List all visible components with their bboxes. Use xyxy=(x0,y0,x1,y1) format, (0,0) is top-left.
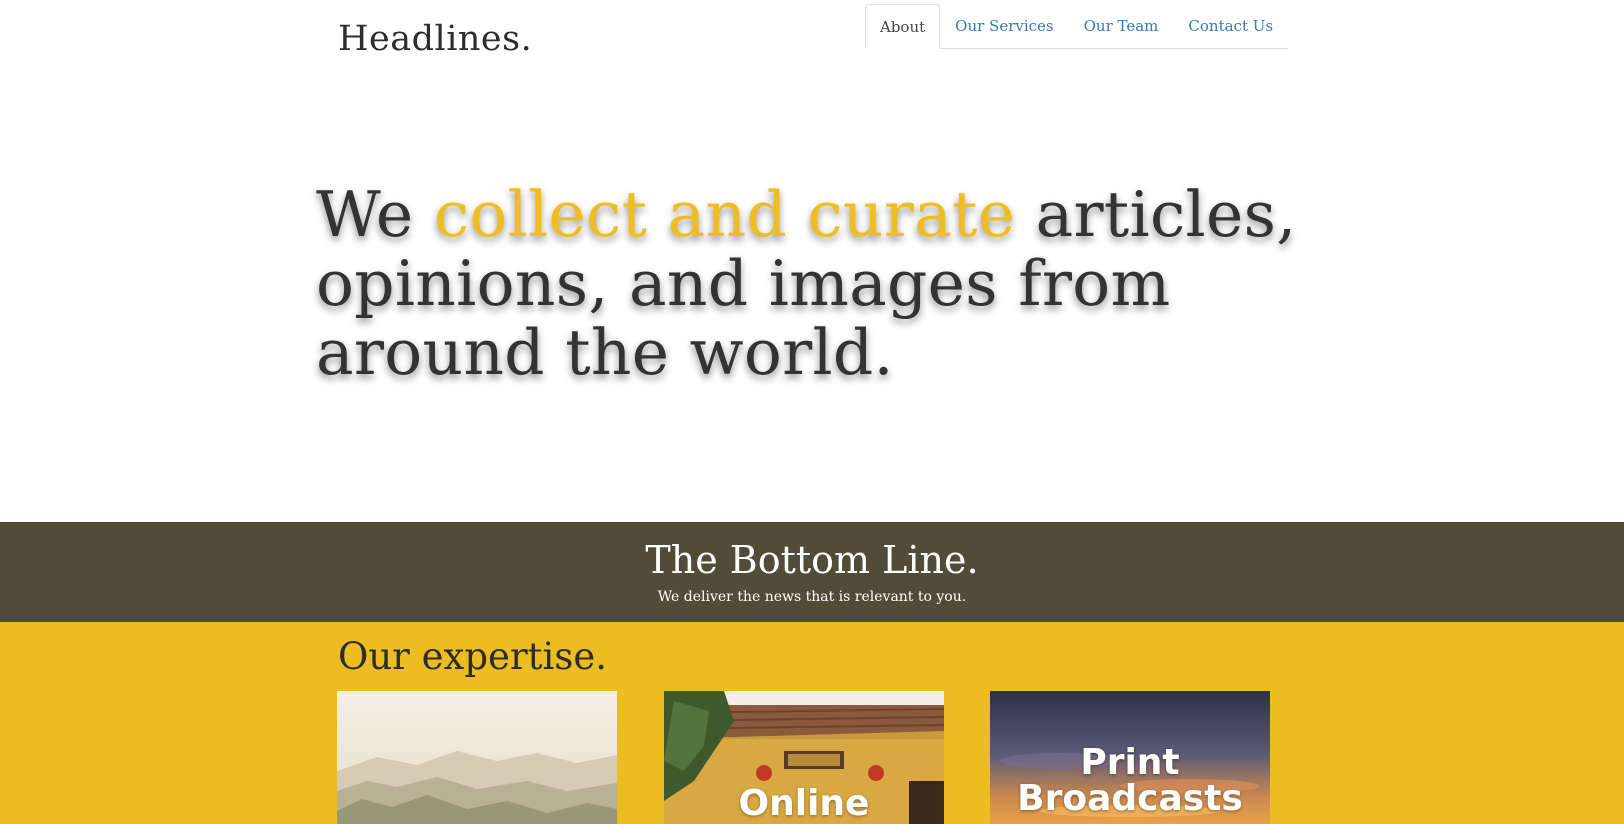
hero-highlight: collect and curate xyxy=(433,178,1016,251)
card-title-line-2: Broadcasts xyxy=(1017,778,1243,819)
nav-tab-our-services[interactable]: Our Services xyxy=(940,4,1068,48)
expertise-card-online[interactable]: Online xyxy=(664,691,944,824)
mountains-image xyxy=(337,691,617,824)
main-nav: About Our Services Our Team Contact Us xyxy=(865,4,1288,49)
expertise-card-mountains[interactable] xyxy=(337,691,617,824)
nav-tab-contact-us[interactable]: Contact Us xyxy=(1173,4,1288,48)
bottom-line-title: The Bottom Line. xyxy=(645,538,979,582)
hero-lead: We xyxy=(316,178,434,251)
expertise-card-title: Online xyxy=(738,783,870,824)
expertise-card-title: Print Broadcasts xyxy=(990,745,1270,817)
expertise-card-print-broadcasts[interactable]: Print Broadcasts xyxy=(990,691,1270,824)
bottom-line-subtitle: We deliver the news that is relevant to … xyxy=(657,589,967,605)
nav-tab-our-team[interactable]: Our Team xyxy=(1069,4,1174,48)
expertise-section: Our expertise. Online Print Broadcasts xyxy=(0,622,1624,824)
bottom-line-banner: The Bottom Line. We deliver the news tha… xyxy=(0,522,1624,622)
card-title-line-1: Print xyxy=(1080,742,1180,783)
site-logo[interactable]: Headlines. xyxy=(338,14,532,64)
expertise-title: Our expertise. xyxy=(338,635,607,678)
hero-headline: We collect and curate articles, opinions… xyxy=(316,180,1316,387)
nav-tab-about[interactable]: About xyxy=(865,4,941,49)
